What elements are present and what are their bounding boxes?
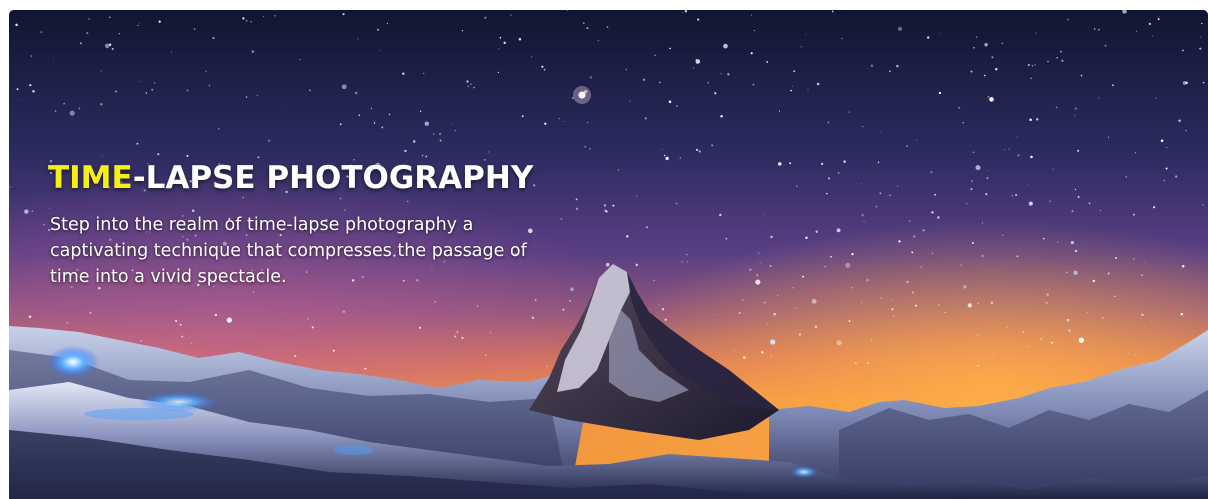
hero-title-accent: TIME — [48, 160, 133, 196]
hero-title-rest: -LAPSE PHOTOGRAPHY — [132, 160, 534, 196]
hero-description: Step into the realm of time-lapse photog… — [50, 215, 527, 287]
hero-text-block: TIME-LAPSE PHOTOGRAPHY Step into the rea… — [48, 156, 568, 290]
hero-title: TIME-LAPSE PHOTOGRAPHY — [48, 156, 568, 200]
hero-banner: TIME-LAPSE PHOTOGRAPHY Step into the rea… — [9, 10, 1208, 499]
